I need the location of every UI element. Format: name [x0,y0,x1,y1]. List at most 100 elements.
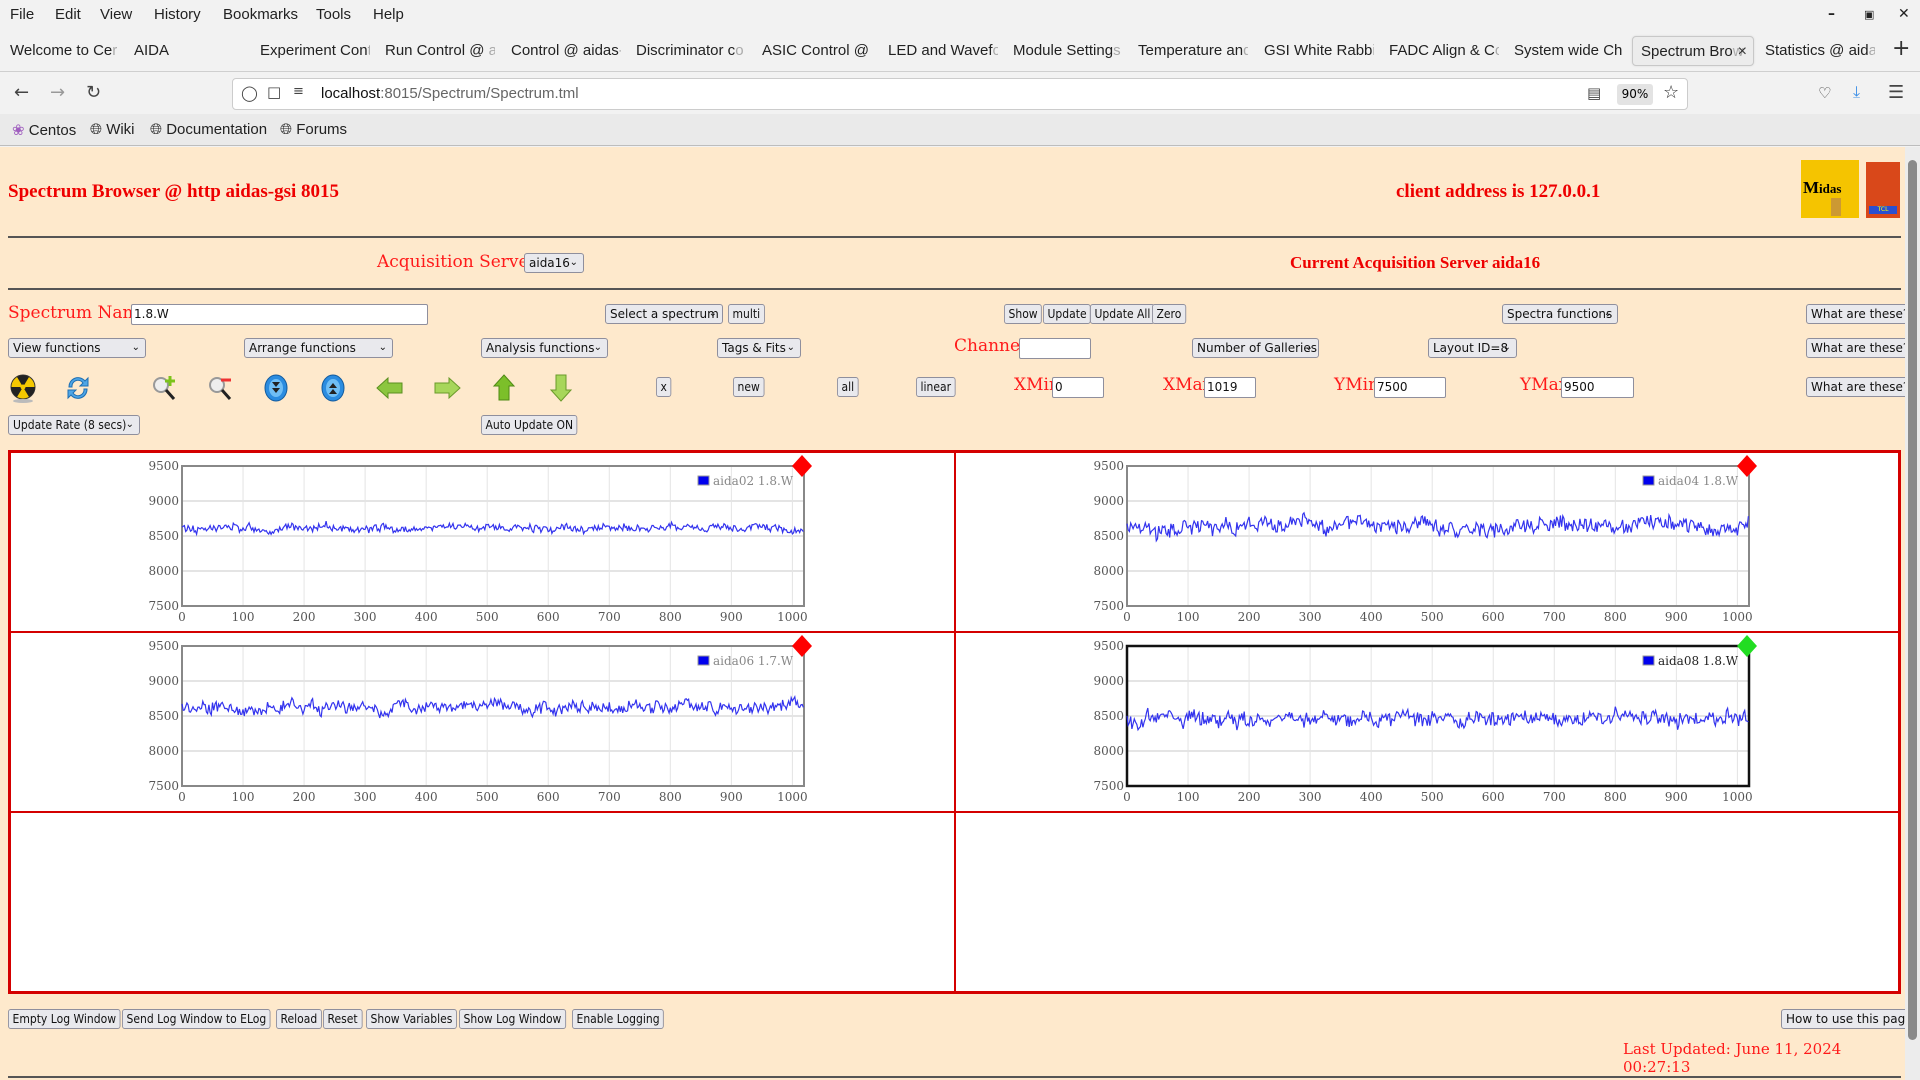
layout-id-dropdown[interactable]: Layout ID=8 ⌄ [1428,338,1517,358]
spectrum-chart-2[interactable]: 0 100 200 300 400 500 600 700 800 900 1000 7500 8000… [10,632,955,812]
show-button[interactable]: Show [1004,304,1043,324]
ymin-input[interactable]: 7500 [1374,377,1446,398]
what-are-these-button-1[interactable]: What are these? [1806,304,1915,324]
gallery-cell-5[interactable] [954,812,1899,992]
bookmark-wiki[interactable]: 🌐︎ Wiki [90,121,135,138]
linear-button[interactable]: linear [916,377,956,397]
bookmark-star-icon[interactable]: ☆ [1663,82,1679,103]
tab-6[interactable]: ASIC Control @ [754,36,872,66]
menu-edit[interactable]: Edit [55,6,81,23]
close-window-icon[interactable]: ✕ [1898,6,1910,22]
footer-button-empty-log-window[interactable]: Empty Log Window [8,1009,121,1029]
status-marker-icon[interactable] [792,635,812,657]
status-marker-icon[interactable] [792,455,812,477]
expand-down-icon[interactable] [261,373,291,403]
acquisition-server-select[interactable]: aida16 ⌄ [524,253,584,273]
radiation-icon[interactable] [8,373,38,403]
tab-9[interactable]: Temperature and [1130,36,1248,66]
tab-14[interactable]: Statistics @ aida [1757,36,1875,66]
analysis-functions-dropdown[interactable]: Analysis functions ⌄ [481,338,608,358]
tab-10[interactable]: GSI White Rabbi [1256,36,1374,66]
tab-7[interactable]: LED and Wavefo [880,36,998,66]
update-rate-dropdown[interactable]: Update Rate (8 secs) ⌄ [8,415,140,435]
zoom-out-icon[interactable] [206,373,236,403]
x-button[interactable]: x [656,377,672,397]
ymax-input[interactable]: 9500 [1561,377,1634,398]
tab-1[interactable]: AIDA [126,36,244,66]
auto-update-button[interactable]: Auto Update ON [481,415,578,435]
zoom-in-icon[interactable] [150,373,180,403]
arrange-functions-dropdown[interactable]: Arrange functions ⌄ [244,338,393,358]
channel-input[interactable] [1019,338,1091,359]
multi-button[interactable]: multi [728,304,765,324]
spectra-functions-dropdown[interactable]: Spectra functions ⌄ [1502,304,1618,324]
menu-help[interactable]: Help [373,6,404,23]
tab-5[interactable]: Discriminator co [628,36,746,66]
tab-0[interactable]: Welcome to Cer [2,36,120,66]
view-functions-dropdown[interactable]: View functions ⌄ [8,338,146,358]
what-are-these-button-3[interactable]: What are these? [1806,377,1915,397]
tags-fits-dropdown[interactable]: Tags & Fits ⌄ [717,338,801,358]
menu-tools[interactable]: Tools [316,6,351,23]
new-tab-icon[interactable]: + [1892,36,1910,61]
tab-12[interactable]: System wide Ch [1506,36,1624,66]
how-to-use-button[interactable]: How to use this page [1781,1009,1918,1029]
tab-4[interactable]: Control @ aidas- [503,36,621,66]
zero-button[interactable]: Zero [1152,304,1186,324]
maximize-icon[interactable]: ▣ [1864,8,1874,21]
menu-file[interactable]: File [10,6,34,23]
pocket-icon[interactable]: ♡ [1818,84,1831,102]
permissions-icon[interactable]: ≡ [293,84,304,99]
arrow-right-icon[interactable] [432,373,462,403]
tab-11[interactable]: FADC Align & Co [1381,36,1499,66]
menu-history[interactable]: History [154,6,201,23]
expand-up-icon[interactable] [318,373,348,403]
bookmark-centos[interactable]: ❀ Centos [12,121,76,139]
shield-icon[interactable]: ◯ [241,84,258,102]
selected-marker-icon[interactable] [1736,635,1757,657]
bookmark-forums[interactable]: 🌐︎ Forums [280,121,347,138]
reload-icon[interactable]: ↻ [86,82,101,103]
select-spectrum-dropdown[interactable]: Select a spectrum ⌄ [605,304,723,324]
zoom-level[interactable]: 90% [1617,84,1653,105]
xmax-input[interactable]: 1019 [1204,377,1256,398]
footer-button-show-log-window[interactable]: Show Log Window [459,1009,566,1029]
reader-view-icon[interactable]: ▤ [1587,84,1601,102]
menu-view[interactable]: View [100,6,132,23]
close-tab-icon[interactable]: × [1738,37,1747,65]
footer-button-enable-logging[interactable]: Enable Logging [572,1009,665,1029]
tab-2[interactable]: Experiment Cont [252,36,370,66]
update-all-button[interactable]: Update All [1090,304,1155,324]
spectrum-chart-0[interactable]: 0 100 200 300 400 500 600 700 800 900 1000 7500 8000… [10,452,955,632]
spectrum-name-input[interactable]: 1.8.W [131,304,428,325]
xmin-input[interactable]: 0 [1052,377,1104,398]
arrow-up-icon[interactable] [489,373,519,403]
tab-3[interactable]: Run Control @ a [377,36,495,66]
arrow-down-icon[interactable] [546,373,576,403]
forward-icon[interactable]: → [50,82,65,103]
what-are-these-button-2[interactable]: What are these? [1806,338,1915,358]
all-button[interactable]: all [837,377,859,397]
scrollbar-thumb[interactable] [1908,160,1917,1040]
spectrum-chart-3[interactable]: 0 100 200 300 400 500 600 700 800 900 1000 7500 8000… [955,632,1900,812]
bookmark-documentation[interactable]: 🌐︎ Documentation [150,121,267,138]
download-icon[interactable]: ⤓ [1853,82,1860,102]
number-of-galleries-dropdown[interactable]: Number of Galleries ⌄ [1192,338,1319,358]
minimize-icon[interactable]: – [1828,6,1835,22]
tab-8[interactable]: Module Settings [1005,36,1123,66]
new-button[interactable]: new [733,377,765,397]
tab-13[interactable]: Spectrum Brow × [1632,36,1754,66]
status-marker-icon[interactable] [1736,455,1757,477]
app-menu-icon[interactable]: ☰ [1888,82,1904,103]
url-bar[interactable]: ◯ □ ≡ localhost:8015/Spectrum/Spectrum.t… [232,78,1688,110]
footer-button-send-log-window-to-elog[interactable]: Send Log Window to ELog [122,1009,271,1029]
spectrum-chart-1[interactable]: 0 100 200 300 400 500 600 700 800 900 1000 7500 8000… [955,452,1900,632]
footer-button-show-variables[interactable]: Show Variables [366,1009,457,1029]
gallery-cell-4[interactable] [10,812,955,992]
back-icon[interactable]: ← [14,82,29,103]
arrow-left-icon[interactable] [375,373,405,403]
update-button[interactable]: Update [1043,304,1092,324]
menu-bookmarks[interactable]: Bookmarks [223,6,298,23]
refresh-icon[interactable] [63,373,93,403]
footer-button-reload[interactable]: Reload [276,1009,322,1029]
